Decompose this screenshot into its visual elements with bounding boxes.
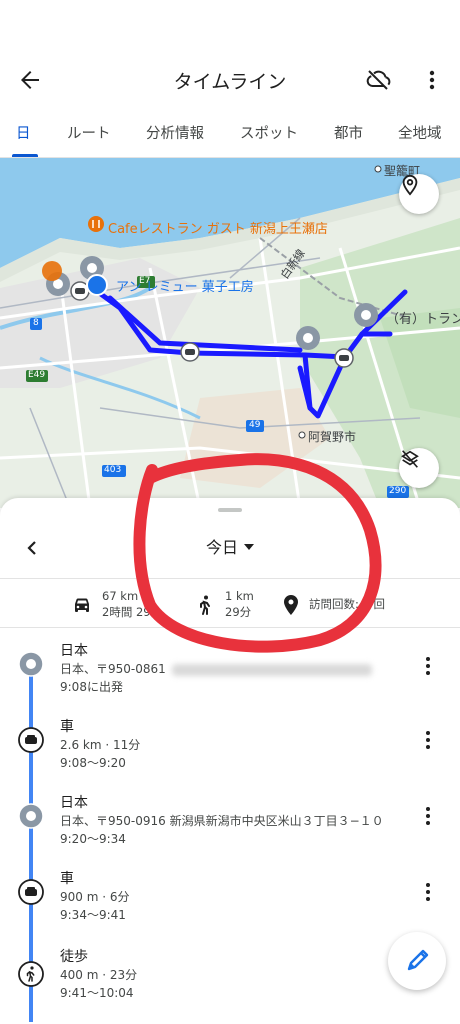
pin-icon <box>279 593 303 617</box>
tab-day[interactable]: 日 <box>16 122 31 143</box>
item-distance: 900 m · 6分 <box>60 890 130 904</box>
item-title: 日本 <box>60 795 88 811</box>
map-badge-290: 290 <box>389 486 407 496</box>
item-time: 9:34〜9:41 <box>60 908 126 922</box>
item-time: 9:08〜9:20 <box>60 756 126 770</box>
item-title: 徒歩 <box>60 949 88 965</box>
map-badge-49: 49 <box>249 420 261 430</box>
map-label-yu[interactable]: （有）トラン <box>386 308 460 327</box>
redacted-text <box>171 663 372 676</box>
edit-button[interactable] <box>388 932 446 990</box>
map-label-agano: 阿賀野市 <box>308 430 357 444</box>
item-title: 日本 <box>60 643 88 659</box>
item-time: 9:08に出発 <box>60 680 123 694</box>
place-node-icon <box>17 650 45 678</box>
layers-off-icon[interactable] <box>399 448 439 488</box>
visit-count: 訪問回数: 3 回 <box>309 597 386 611</box>
tab-insights[interactable]: 分析情報 <box>146 122 204 143</box>
tab-spots[interactable]: スポット <box>240 122 298 143</box>
place-node-icon <box>17 802 45 830</box>
date-label-text: 今日 <box>205 538 238 557</box>
drive-stats: 67 km 2時間 29分 <box>102 588 162 620</box>
tab-bar: 日 ルート 分析情報 スポット 都市 全地域 <box>0 116 460 158</box>
drag-handle[interactable] <box>218 508 242 512</box>
map-badge-e49: E49 <box>28 370 46 380</box>
tab-route[interactable]: ルート <box>67 122 111 143</box>
item-distance: 400 m · 23分 <box>60 968 138 982</box>
walk-node-icon <box>17 960 45 988</box>
more-vert-icon[interactable] <box>416 652 440 680</box>
caret-down-icon <box>244 544 254 550</box>
walk-distance: 1 km <box>225 589 254 603</box>
more-vert-icon[interactable] <box>416 64 448 96</box>
map-badge-8: 8 <box>33 318 39 328</box>
walk-time: 29分 <box>225 605 252 619</box>
item-address: 日本、〒950-0916 新潟県新潟市中央区米山３丁目３−１０ <box>60 814 384 828</box>
drive-distance: 67 km <box>102 589 139 603</box>
more-vert-icon[interactable] <box>416 878 440 906</box>
cloud-off-icon[interactable] <box>362 64 394 96</box>
item-address: 日本、〒950-0861 <box>60 660 372 677</box>
item-title: 車 <box>60 871 74 887</box>
item-title: 車 <box>60 719 74 735</box>
top-app-bar: タイムライン <box>0 52 460 108</box>
edit-icon <box>407 949 429 971</box>
more-vert-icon[interactable] <box>416 802 440 830</box>
tab-cities[interactable]: 都市 <box>334 122 363 143</box>
map-view[interactable]: 聖籠町 Cafeレストラン ガスト 新潟上王瀬店 アン レミュー 菓子工房 （有… <box>0 158 460 508</box>
item-address-text: 日本、〒950-0861 <box>60 662 166 676</box>
location-pin-icon[interactable] <box>399 174 439 214</box>
stats-row: 67 km 2時間 29分 1 km 29分 訪問回数: 3 回 <box>0 578 460 628</box>
map-canvas <box>0 158 460 508</box>
tab-indicator <box>12 154 38 157</box>
walk-stats: 1 km 29分 <box>225 588 254 620</box>
date-selector-row: 今日 <box>0 518 460 574</box>
date-dropdown[interactable]: 今日 <box>0 534 460 558</box>
map-badge-e7: E7 <box>139 276 151 286</box>
item-time: 9:20〜9:34 <box>60 832 126 846</box>
map-label-cafe[interactable]: Cafeレストラン ガスト 新潟上王瀬店 <box>108 218 328 237</box>
item-distance: 2.6 km · 11分 <box>60 738 141 752</box>
item-time: 9:41〜10:04 <box>60 986 134 1000</box>
drive-time: 2時間 29分 <box>102 605 163 619</box>
tab-all-regions[interactable]: 全地域 <box>398 122 442 143</box>
car-node-icon <box>17 726 45 754</box>
map-badge-403: 403 <box>104 465 122 475</box>
car-icon <box>70 593 94 617</box>
car-node-icon <box>17 878 45 906</box>
walk-icon <box>193 593 217 617</box>
map-label-shop[interactable]: アン レミュー 菓子工房 <box>116 276 254 295</box>
more-vert-icon[interactable] <box>416 726 440 754</box>
